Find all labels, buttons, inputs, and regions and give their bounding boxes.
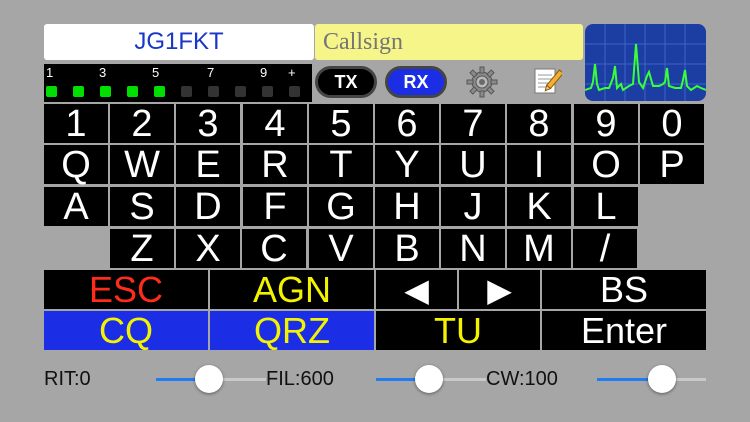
s-meter-segment bbox=[46, 86, 57, 97]
s-meter-segment bbox=[181, 86, 192, 97]
fil-slider-handle[interactable] bbox=[415, 365, 443, 393]
s-meter-segment bbox=[73, 86, 84, 97]
key-b[interactable]: B bbox=[375, 229, 439, 268]
key-g[interactable]: G bbox=[309, 187, 373, 226]
left-arrow-key[interactable]: ◀ bbox=[376, 270, 457, 309]
key-h[interactable]: H bbox=[375, 187, 439, 226]
key-9[interactable]: 9 bbox=[574, 104, 638, 143]
key-y[interactable]: Y bbox=[375, 145, 439, 184]
s-meter-label: 5 bbox=[152, 65, 160, 80]
key-0[interactable]: 0 bbox=[640, 104, 704, 143]
key-slash[interactable]: / bbox=[573, 229, 637, 268]
rit-slider-handle[interactable] bbox=[195, 365, 223, 393]
key-3[interactable]: 3 bbox=[176, 104, 240, 143]
key-p[interactable]: P bbox=[640, 145, 704, 184]
s-meter-label: 3 bbox=[99, 65, 107, 80]
cw-label: CW:100 bbox=[486, 368, 558, 390]
key-x[interactable]: X bbox=[176, 229, 240, 268]
s-meter-label: + bbox=[288, 65, 296, 80]
s-meter-segment bbox=[289, 86, 300, 97]
s-meter-segment bbox=[127, 86, 138, 97]
s-meter-segment bbox=[208, 86, 219, 97]
spectrum-display bbox=[585, 24, 706, 101]
qrz-key[interactable]: QRZ bbox=[210, 311, 374, 350]
key-z[interactable]: Z bbox=[110, 229, 174, 268]
key-j[interactable]: J bbox=[441, 187, 505, 226]
key-8[interactable]: 8 bbox=[507, 104, 571, 143]
key-o[interactable]: O bbox=[574, 145, 638, 184]
key-u[interactable]: U bbox=[441, 145, 505, 184]
tu-key[interactable]: TU bbox=[376, 311, 540, 350]
fil-label: FIL:600 bbox=[266, 368, 334, 390]
spectrum-graph bbox=[585, 24, 706, 101]
s-meter-label: 1 bbox=[46, 65, 54, 80]
s-meter-segment bbox=[100, 86, 111, 97]
key-f[interactable]: F bbox=[243, 187, 307, 226]
key-n[interactable]: N bbox=[441, 229, 505, 268]
key-5[interactable]: 5 bbox=[309, 104, 373, 143]
agn-key[interactable]: AGN bbox=[210, 270, 374, 309]
right-arrow-key[interactable]: ▶ bbox=[459, 270, 540, 309]
bs-key[interactable]: BS bbox=[542, 270, 706, 309]
s-meter-label: 9 bbox=[260, 65, 268, 80]
key-2[interactable]: 2 bbox=[110, 104, 174, 143]
key-v[interactable]: V bbox=[309, 229, 373, 268]
memo-edit-icon[interactable] bbox=[532, 66, 565, 96]
key-k[interactable]: K bbox=[507, 187, 571, 226]
key-a[interactable]: A bbox=[44, 187, 108, 226]
key-4[interactable]: 4 bbox=[243, 104, 307, 143]
gear-icon[interactable] bbox=[466, 66, 498, 98]
my-callsign-display: JG1FKT bbox=[44, 24, 314, 60]
key-w[interactable]: W bbox=[110, 145, 174, 184]
key-6[interactable]: 6 bbox=[375, 104, 439, 143]
key-e[interactable]: E bbox=[176, 145, 240, 184]
s-meter-segment bbox=[235, 86, 246, 97]
key-s[interactable]: S bbox=[110, 187, 174, 226]
s-meter: 1 3 5 7 9 + bbox=[44, 64, 312, 102]
tx-button[interactable]: TX bbox=[315, 66, 377, 98]
callsign-input[interactable] bbox=[315, 24, 583, 60]
key-1[interactable]: 1 bbox=[44, 104, 108, 143]
key-d[interactable]: D bbox=[176, 187, 240, 226]
key-i[interactable]: I bbox=[507, 145, 571, 184]
cq-key[interactable]: CQ bbox=[44, 311, 208, 350]
key-l[interactable]: L bbox=[574, 187, 638, 226]
key-m[interactable]: M bbox=[507, 229, 571, 268]
esc-key[interactable]: ESC bbox=[44, 270, 208, 309]
key-t[interactable]: T bbox=[309, 145, 373, 184]
rit-label: RIT:0 bbox=[44, 368, 91, 390]
key-r[interactable]: R bbox=[243, 145, 307, 184]
s-meter-segment bbox=[262, 86, 273, 97]
key-7[interactable]: 7 bbox=[441, 104, 505, 143]
s-meter-label: 7 bbox=[207, 65, 215, 80]
cw-slider-handle[interactable] bbox=[648, 365, 676, 393]
enter-key[interactable]: Enter bbox=[542, 311, 706, 350]
key-q[interactable]: Q bbox=[44, 145, 108, 184]
rx-button[interactable]: RX bbox=[385, 66, 447, 98]
key-c[interactable]: C bbox=[242, 229, 306, 268]
s-meter-segment bbox=[154, 86, 165, 97]
